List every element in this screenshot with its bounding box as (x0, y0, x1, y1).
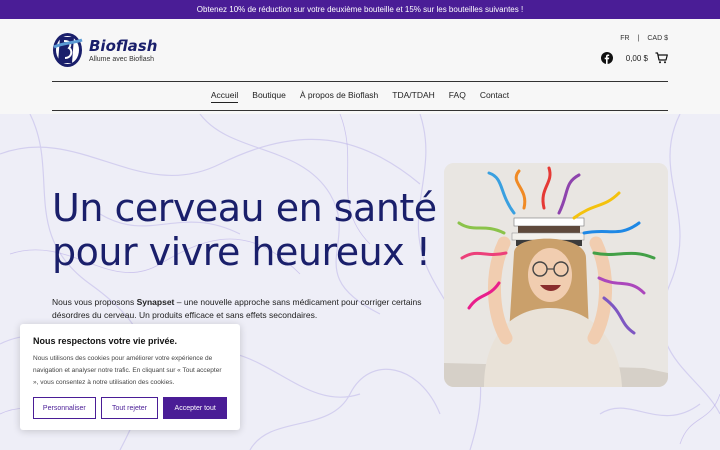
facebook-icon[interactable] (601, 52, 613, 64)
cookie-actions: Personnaliser Tout rejeter Accepter tout (33, 397, 227, 419)
logo-icon (53, 33, 83, 67)
nav-item-tda-tdah[interactable]: TDA/TDAH (392, 90, 435, 102)
currency-selector[interactable]: CAD $ (647, 35, 668, 42)
hero-photo (444, 163, 668, 387)
site-header: Bioflash Allume avec Bioflash FR | CAD $… (0, 19, 720, 114)
locale-switcher: FR | CAD $ (620, 35, 668, 42)
promo-text: Obtenez 10% de réduction sur votre deuxi… (196, 5, 524, 14)
cookie-title: Nous respectons votre vie privée. (33, 336, 178, 346)
site-logo[interactable]: Bioflash Allume avec Bioflash (52, 31, 157, 69)
nav-item-accueil[interactable]: Accueil (210, 90, 239, 103)
cart-link[interactable]: 0,00 $ (626, 52, 668, 64)
promo-banner: Obtenez 10% de réduction sur votre deuxi… (0, 0, 720, 19)
locale-separator: | (637, 35, 640, 42)
logo-name: Bioflash (89, 36, 158, 55)
language-selector[interactable]: FR (620, 35, 629, 42)
hero-intro: Nous vous proposons Synapset – une nouve… (52, 296, 432, 322)
logo-tagline: Allume avec Bioflash (89, 55, 154, 63)
cart-total: 0,00 $ (625, 53, 648, 63)
accept-all-button[interactable]: Accepter tout (163, 397, 227, 419)
hero-headline: Un cerveau en santé pour vivre heureux ! (52, 186, 437, 274)
hero-illustration (444, 163, 668, 387)
nav-item-a-propos[interactable]: À propos de Bioflash (300, 90, 378, 102)
intro-text-pre: Nous vous proposons (52, 297, 137, 307)
main-nav: Accueil Boutique À propos de Bioflash TD… (52, 81, 668, 111)
reject-all-button[interactable]: Tout rejeter (100, 397, 159, 419)
cookie-text: Nous utilisons des cookies pour améliore… (33, 355, 222, 386)
nav-item-contact[interactable]: Contact (480, 90, 509, 102)
customize-button[interactable]: Personnaliser (33, 397, 96, 419)
product-name: Synapset (136, 297, 175, 307)
nav-item-faq[interactable]: FAQ (449, 90, 466, 102)
nav-item-boutique[interactable]: Boutique (252, 90, 286, 102)
cookie-banner: Nous respectons votre vie privée. Nous u… (20, 324, 240, 430)
cart-icon (655, 52, 668, 64)
